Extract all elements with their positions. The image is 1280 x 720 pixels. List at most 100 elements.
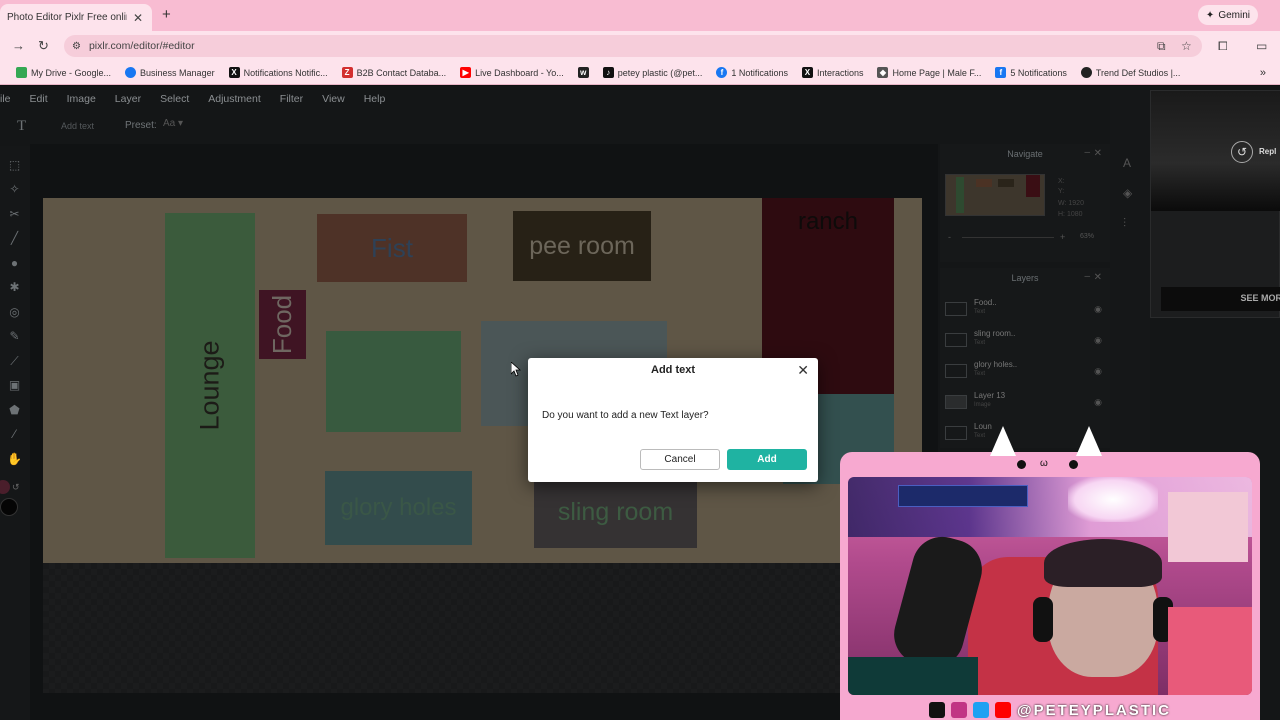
menu-layer[interactable]: Layer — [115, 93, 141, 105]
add-text-dialog: Add text ✕ Do you want to add a new Text… — [528, 358, 818, 482]
bookmark-item[interactable]: X Interactions — [801, 67, 864, 78]
url-text: pixlr.com/editor/#editor — [88, 40, 195, 52]
new-tab-icon[interactable]: + — [162, 6, 171, 23]
marquee-tool-icon[interactable]: ⬚ — [7, 158, 22, 173]
reload-icon[interactable]: ↻ — [38, 38, 49, 54]
y-label: Y: — [1058, 188, 1065, 195]
bookmark-item[interactable]: Z B2B Contact Databa... — [341, 67, 446, 78]
room-label: Food — [267, 294, 298, 355]
zoom-slider[interactable] — [962, 237, 1054, 238]
close-icon[interactable]: ✕ — [1094, 272, 1102, 283]
heal-tool-icon[interactable]: ✱ — [7, 280, 22, 295]
menu-image[interactable]: Image — [67, 93, 96, 105]
shape-tool-icon[interactable]: ▣ — [7, 378, 22, 393]
tool-options-bar: T Add text Preset: Aa ▾ — [0, 114, 940, 140]
menu-filter[interactable]: Filter — [280, 93, 303, 105]
bookmark-label: Interactions — [816, 67, 864, 78]
bookmark-item[interactable]: ♪ petey plastic (@pet... — [602, 67, 702, 78]
visibility-eye-icon[interactable]: ◉ — [1094, 366, 1102, 377]
zoom-out-button[interactable]: - — [948, 232, 951, 242]
hand-tool-icon[interactable]: ✋ — [7, 452, 22, 467]
install-app-icon[interactable]: ⧉ — [1157, 39, 1166, 54]
replay-icon[interactable]: ↺ — [1231, 141, 1253, 163]
menu-edit[interactable]: Edit — [30, 93, 48, 105]
drop-tool-icon[interactable]: ● — [7, 256, 22, 271]
forward-icon[interactable]: → — [12, 38, 25, 53]
bookmark-item[interactable]: f5 Notifications — [995, 67, 1067, 78]
menu-file[interactable]: ile — [0, 93, 11, 105]
menu-help[interactable]: Help — [364, 93, 386, 105]
bookmark-favicon-icon: ♪ — [602, 67, 614, 78]
eyedropper-tool-icon[interactable]: ⟋ — [7, 354, 22, 369]
add-button[interactable]: Add — [727, 449, 807, 470]
close-icon[interactable]: ✕ — [797, 362, 809, 379]
site-settings-icon[interactable]: ⚙ — [72, 41, 81, 52]
swap-colors-icon[interactable]: ↺ — [12, 482, 20, 493]
dialog-title: Add text — [651, 364, 695, 376]
menu-select[interactable]: Select — [160, 93, 189, 105]
character-panel-icon[interactable]: A — [1123, 156, 1131, 170]
stamp-tool-icon[interactable]: ◎ — [7, 305, 22, 320]
secondary-color-swatch[interactable] — [0, 498, 18, 516]
tab-title: Photo Editor Pixlr Free online Ir — [7, 12, 127, 23]
picker-tool-icon[interactable]: ⁄ — [7, 427, 22, 442]
bookmark-favicon-icon: X — [801, 67, 813, 78]
see-more-button[interactable]: SEE MOR — [1161, 287, 1280, 311]
bookmark-favicon-icon: ▶ — [460, 67, 472, 78]
cancel-button[interactable]: Cancel — [640, 449, 720, 470]
cat-ear-left — [990, 426, 1016, 456]
zoom-in-button[interactable]: + — [1060, 232, 1065, 242]
preset-dropdown[interactable]: Aa ▾ — [163, 118, 187, 135]
height-readout: H: 1080 — [1058, 211, 1083, 218]
layer-name: glory holes.. — [974, 360, 1018, 369]
layer-type: Text — [974, 309, 986, 315]
bookmark-item[interactable]: ▶ Live Dashboard - Yo... — [460, 67, 564, 78]
room-green — [326, 331, 461, 432]
visibility-eye-icon[interactable]: ◉ — [1094, 304, 1102, 315]
layer-row[interactable]: Food.. Text ◉ — [940, 294, 1110, 325]
layers-panel-icon[interactable]: ◈ — [1123, 186, 1132, 200]
bookmark-item[interactable]: ◆ Home Page | Male F... — [877, 67, 981, 78]
bookmark-item[interactable]: Trend Def Studios |... — [1080, 67, 1181, 78]
close-tab-icon[interactable]: ✕ — [133, 11, 143, 25]
wand-tool-icon[interactable]: ✧ — [7, 182, 22, 197]
minimize-icon[interactable]: – — [1084, 271, 1090, 282]
browser-tab[interactable]: Photo Editor Pixlr Free online Ir ✕ — [0, 4, 152, 31]
layer-row[interactable]: glory holes.. Text ◉ — [940, 356, 1110, 387]
menu-view[interactable]: View — [322, 93, 345, 105]
bookmark-item[interactable]: f1 Notifications — [716, 67, 788, 78]
bookmark-item[interactable]: My Drive - Google... — [16, 67, 111, 78]
brush-tool-icon[interactable]: ╱ — [7, 231, 22, 246]
close-icon[interactable]: ✕ — [1094, 148, 1102, 159]
layer-row[interactable]: sling room.. Text ◉ — [940, 325, 1110, 356]
layer-row[interactable]: Layer 13 Image ◉ — [940, 387, 1110, 418]
side-panel-icon[interactable]: ▭ — [1256, 39, 1267, 53]
pencil-tool-icon[interactable]: ✎ — [7, 329, 22, 344]
extensions-icon[interactable]: ⧠ — [1218, 39, 1228, 54]
address-bar[interactable]: ⚙ pixlr.com/editor/#editor — [64, 35, 1202, 57]
minimize-icon[interactable]: – — [1084, 147, 1090, 158]
navigator-thumbnail[interactable] — [945, 174, 1045, 216]
adjust-panel-icon[interactable]: ⫶ — [1123, 216, 1126, 231]
visibility-eye-icon[interactable]: ◉ — [1094, 335, 1102, 346]
gemini-button[interactable]: ✦ Gemini — [1197, 5, 1258, 25]
bookmark-star-icon[interactable]: ☆ — [1181, 39, 1192, 53]
dialog-message: Do you want to add a new Text layer? — [542, 410, 709, 421]
add-text-button[interactable]: Add text — [61, 121, 94, 131]
primary-color-swatch[interactable] — [0, 480, 10, 494]
room-label: Fist — [371, 232, 413, 263]
menu-adjustment[interactable]: Adjustment — [208, 93, 261, 105]
crop-tool-icon[interactable]: ✂ — [7, 207, 22, 222]
more-bookmarks-icon[interactable]: » — [1260, 67, 1266, 79]
tiktok-icon — [929, 702, 945, 718]
bookmark-item[interactable]: Business Manager — [125, 67, 215, 78]
room-label: sling room — [557, 497, 674, 526]
bookmark-label: Trend Def Studios |... — [1095, 67, 1181, 78]
bookmarks-bar: My Drive - Google... Business Manager XN… — [0, 61, 1280, 85]
bookmark-item[interactable]: X Notifications Notific... — [228, 67, 328, 78]
bookmark-item[interactable]: w — [577, 67, 589, 78]
layer-type: Text — [974, 371, 986, 377]
layer-name: Layer 13 — [974, 391, 1006, 400]
fill-tool-icon[interactable]: ⬟ — [7, 403, 22, 418]
visibility-eye-icon[interactable]: ◉ — [1094, 397, 1102, 408]
